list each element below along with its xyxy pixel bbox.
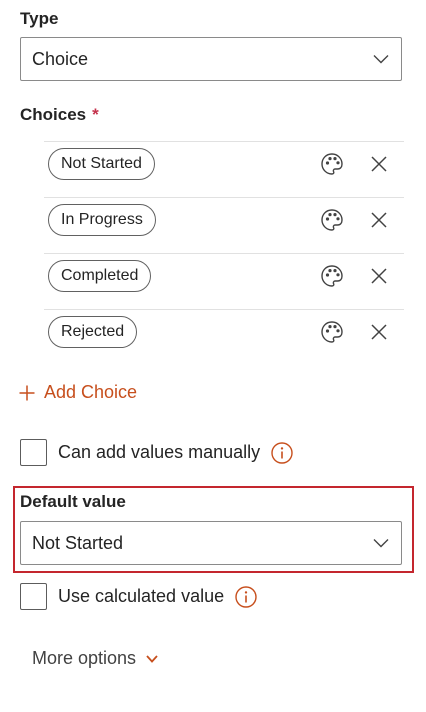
type-dropdown[interactable]: Choice (20, 37, 402, 81)
add-choice-label: Add Choice (44, 382, 138, 402)
calculated-value-label: Use calculated value (58, 586, 225, 606)
close-icon[interactable] (365, 206, 393, 234)
close-icon[interactable] (365, 262, 393, 290)
chevron-down-icon (373, 55, 389, 64)
choice-pill[interactable]: Not Started (48, 148, 155, 180)
required-marker: * (92, 105, 99, 124)
choice-row: Rejected (44, 309, 404, 365)
choice-pill[interactable]: Rejected (48, 316, 138, 348)
choice-row: Completed (44, 253, 404, 309)
choice-row: In Progress (44, 197, 404, 253)
row-divider (44, 141, 404, 142)
default-value-dropdown[interactable]: Not Started (20, 521, 402, 565)
close-icon[interactable] (365, 150, 393, 178)
plus-icon (19, 385, 35, 400)
calculated-value-row: Use calculated value (20, 583, 257, 610)
type-label: Type (20, 9, 59, 28)
manual-values-row: Can add values manually (20, 439, 293, 466)
manual-values-label: Can add values manually (58, 442, 261, 462)
close-icon[interactable] (365, 318, 393, 346)
chevron-down-icon (146, 654, 158, 663)
choices-label-text: Choices (20, 105, 87, 124)
info-icon[interactable] (271, 441, 293, 464)
palette-icon[interactable] (318, 262, 346, 290)
palette-icon[interactable] (318, 318, 346, 346)
type-dropdown-value: Choice (32, 48, 89, 69)
more-options-button[interactable]: More options (32, 648, 158, 669)
choice-pill[interactable]: Completed (48, 260, 152, 292)
default-value-label: Default value (20, 492, 126, 511)
calculated-value-checkbox[interactable] (20, 583, 47, 610)
more-options-label: More options (32, 648, 137, 668)
palette-icon[interactable] (318, 150, 346, 178)
row-divider (44, 253, 404, 254)
choices-label: Choices * (20, 105, 99, 125)
choice-pill[interactable]: In Progress (48, 204, 156, 236)
default-value-dropdown-value: Not Started (32, 532, 124, 553)
add-choice-button[interactable]: Add Choice (19, 382, 137, 403)
row-divider (44, 197, 404, 198)
manual-values-checkbox[interactable] (20, 439, 47, 466)
row-divider (44, 309, 404, 310)
choice-row: Not Started (44, 141, 404, 197)
info-icon[interactable] (235, 585, 257, 608)
palette-icon[interactable] (318, 206, 346, 234)
chevron-down-icon (373, 539, 389, 548)
